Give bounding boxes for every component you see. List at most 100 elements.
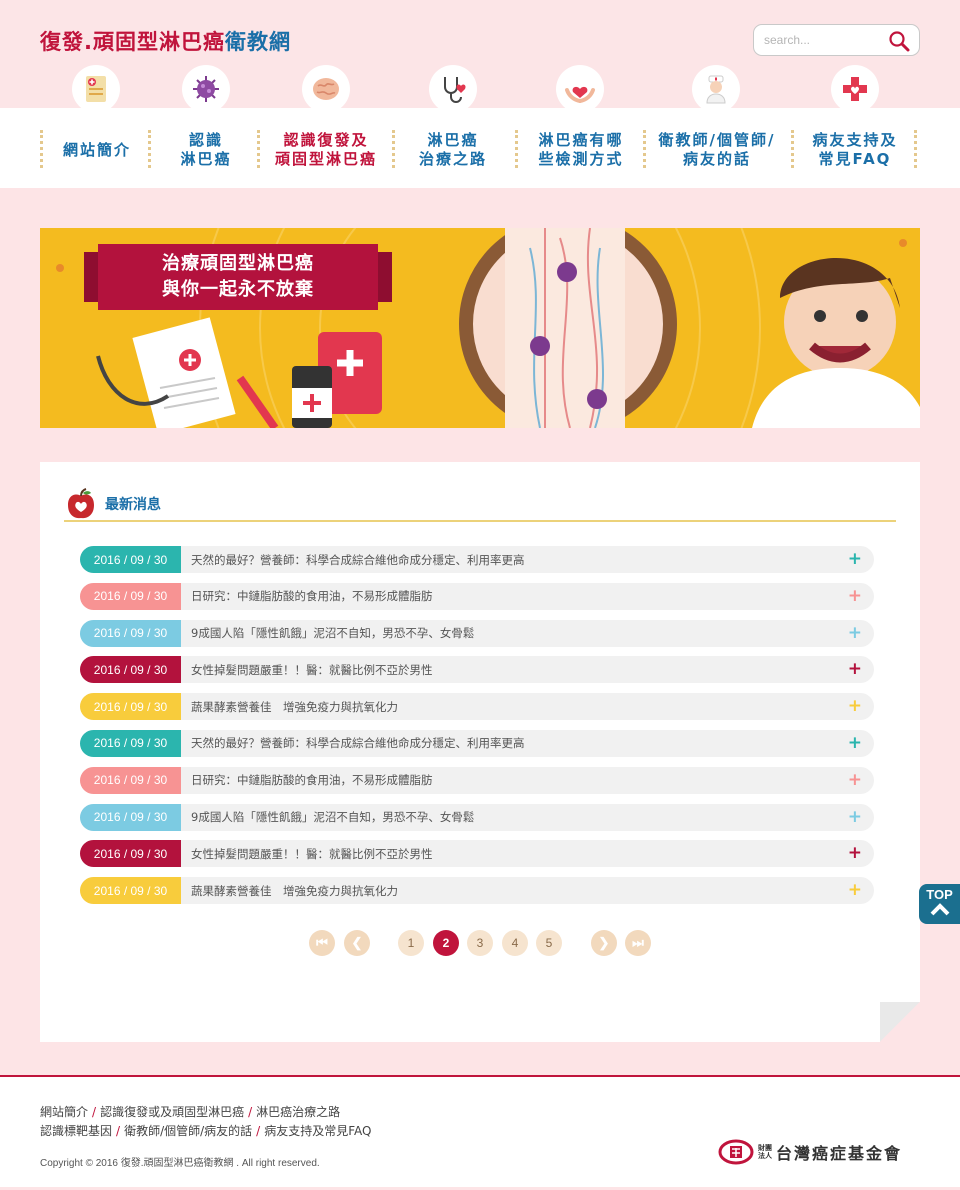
page-button[interactable]: 1 bbox=[398, 930, 424, 956]
plus-icon[interactable]: + bbox=[848, 807, 862, 827]
news-date-badge: 2016 / 09 / 30 bbox=[80, 693, 181, 721]
news-date-badge: 2016 / 09 / 30 bbox=[80, 803, 181, 831]
news-item[interactable]: 2016 / 09 / 30 蔬果酵素營養佳 增強免疫力與抗氧化力 + bbox=[80, 877, 874, 905]
stethoscope-heart-icon[interactable] bbox=[429, 65, 477, 113]
news-headline[interactable]: 女性掉髮問題嚴重！！醫：就醫比例不亞於男性 bbox=[191, 662, 874, 678]
nav-item-educators[interactable]: 衛教師/個管師/ 病友的話 bbox=[648, 130, 786, 170]
next-page-icon[interactable]: ❯ bbox=[591, 930, 617, 956]
nav-divider bbox=[148, 130, 151, 168]
site-title[interactable]: 復發.頑固型淋巴癌衛教網 bbox=[40, 26, 291, 56]
nav-item-refractory[interactable]: 認識復發及 頑固型淋巴癌 bbox=[265, 130, 387, 170]
last-page-icon[interactable]: ⏭ bbox=[625, 930, 651, 956]
hands-heart-icon[interactable] bbox=[556, 65, 604, 113]
news-item[interactable]: 2016 / 09 / 30 蔬果酵素營養佳 增強免疫力與抗氧化力 + bbox=[80, 693, 874, 721]
news-item[interactable]: 2016 / 09 / 30 日研究：中鏈脂肪酸的食用油，不易形成體脂肪 + bbox=[80, 766, 874, 794]
nav-divider bbox=[257, 130, 260, 168]
site-title-main: 復發.頑固型淋巴癌 bbox=[40, 30, 225, 54]
news-headline[interactable]: 女性掉髮問題嚴重！！醫：就醫比例不亞於男性 bbox=[191, 846, 874, 862]
nav-divider bbox=[643, 130, 646, 168]
page-button[interactable]: 5 bbox=[536, 930, 562, 956]
news-date-badge: 2016 / 09 / 30 bbox=[80, 656, 181, 684]
footer-link[interactable]: 病友支持及常見FAQ bbox=[264, 1124, 371, 1138]
footer: 網站簡介 / 認識復發或及頑固型淋巴癌 / 淋巴癌治療之路 認識標靶基因 / 衛教師/個管師… bbox=[0, 1075, 960, 1190]
nurse-icon[interactable] bbox=[692, 65, 740, 113]
medical-cross-icon[interactable] bbox=[831, 65, 879, 113]
nav-item-intro[interactable]: 網站簡介 bbox=[52, 130, 142, 170]
top-label: TOP bbox=[926, 887, 953, 902]
foundation-name: 台灣癌症基金會 bbox=[776, 1144, 903, 1163]
footer-links-row-1: 網站簡介 / 認識復發或及頑固型淋巴癌 / 淋巴癌治療之路 bbox=[40, 1103, 371, 1122]
foundation-small-text: 財團法人 bbox=[758, 1144, 772, 1160]
footer-link[interactable]: 衛教師/個管師/病友的話 bbox=[124, 1124, 252, 1138]
search-icon[interactable] bbox=[887, 29, 911, 53]
plus-icon[interactable]: + bbox=[848, 696, 862, 716]
banner-line-2: 與你一起永不放棄 bbox=[162, 279, 314, 300]
apple-heart-icon bbox=[68, 488, 94, 519]
page-button[interactable]: 4 bbox=[502, 930, 528, 956]
footer-link[interactable]: 認識復發或及頑固型淋巴癌 bbox=[100, 1105, 244, 1119]
footer-link[interactable]: 認識標靶基因 bbox=[40, 1124, 112, 1138]
news-list: 2016 / 09 / 30 天然的最好？營養師：科學合成綜合維他命成分穩定、利用… bbox=[80, 546, 874, 914]
brain-icon[interactable] bbox=[302, 65, 350, 113]
virus-icon[interactable] bbox=[182, 65, 230, 113]
plus-icon[interactable]: + bbox=[848, 880, 862, 900]
footer-separator: / bbox=[256, 1124, 261, 1138]
banner-line-1: 治療頑固型淋巴癌 bbox=[162, 253, 314, 274]
nav-divider bbox=[392, 130, 395, 168]
footer-separator: / bbox=[92, 1105, 97, 1119]
nav-item-testing[interactable]: 淋巴癌有哪 些檢測方式 bbox=[522, 130, 640, 170]
page-button-current[interactable]: 2 bbox=[433, 930, 459, 956]
news-headline[interactable]: 天然的最好？營養師：科學合成綜合維他命成分穩定、利用率更高 bbox=[191, 552, 874, 568]
news-item[interactable]: 2016 / 09 / 30 天然的最好？營養師：科學合成綜合維他命成分穩定、利用… bbox=[80, 546, 874, 573]
hero-banner: 治療頑固型淋巴癌 與你一起永不放棄 bbox=[40, 228, 920, 428]
news-item[interactable]: 2016 / 09 / 30 女性掉髮問題嚴重！！醫：就醫比例不亞於男性 + bbox=[80, 840, 874, 868]
news-headline[interactable]: 9成國人陷「隱性飢餓」泥沼不自知，男恐不孕、女骨鬆 bbox=[191, 625, 874, 641]
plus-icon[interactable]: + bbox=[848, 659, 862, 679]
foundation-logo[interactable]: 財團法人 台灣癌症基金會 bbox=[718, 1139, 902, 1165]
banner-ribbon: 治療頑固型淋巴癌 與你一起永不放棄 bbox=[98, 244, 378, 310]
news-headline[interactable]: 日研究：中鏈脂肪酸的食用油，不易形成體脂肪 bbox=[191, 772, 874, 788]
plus-icon[interactable]: + bbox=[848, 623, 862, 643]
news-item[interactable]: 2016 / 09 / 30 9成國人陷「隱性飢餓」泥沼不自知，男恐不孕、女骨鬆 + bbox=[80, 619, 874, 647]
nav-divider bbox=[914, 130, 917, 168]
news-card: 最新消息 2016 / 09 / 30 天然的最好？營養師：科學合成綜合維他命成分… bbox=[40, 462, 920, 1042]
plus-icon[interactable]: + bbox=[848, 770, 862, 790]
footer-links: 網站簡介 / 認識復發或及頑固型淋巴癌 / 淋巴癌治療之路 認識標靶基因 / 衛教師/個管師… bbox=[40, 1103, 371, 1141]
plus-icon[interactable]: + bbox=[848, 549, 862, 569]
news-title: 最新消息 bbox=[105, 497, 161, 513]
news-headline[interactable]: 蔬果酵素營養佳 增強免疫力與抗氧化力 bbox=[191, 699, 874, 715]
prev-page-icon[interactable]: ❮ bbox=[344, 930, 370, 956]
news-headline[interactable]: 9成國人陷「隱性飢餓」泥沼不自知，男恐不孕、女骨鬆 bbox=[191, 809, 874, 825]
footer-separator: / bbox=[116, 1124, 121, 1138]
plus-icon[interactable]: + bbox=[848, 843, 862, 863]
footer-separator: / bbox=[248, 1105, 253, 1119]
news-date-badge: 2016 / 09 / 30 bbox=[80, 766, 181, 794]
copyright: Copyright © 2016 復發.頑固型淋巴癌衛教網 . All righ… bbox=[40, 1158, 320, 1169]
plus-icon[interactable]: + bbox=[848, 586, 862, 606]
back-to-top-button[interactable]: TOP bbox=[919, 884, 960, 924]
nav-item-treatment[interactable]: 淋巴癌 治療之路 bbox=[402, 130, 504, 170]
nav-item-lymphoma[interactable]: 認識 淋巴癌 bbox=[160, 130, 252, 170]
page-button[interactable]: 3 bbox=[467, 930, 493, 956]
news-item[interactable]: 2016 / 09 / 30 天然的最好？營養師：科學合成綜合維他命成分穩定、利用… bbox=[80, 729, 874, 757]
chevron-up-icon bbox=[930, 903, 949, 916]
news-item[interactable]: 2016 / 09 / 30 女性掉髮問題嚴重！！醫：就醫比例不亞於男性 + bbox=[80, 656, 874, 684]
news-item[interactable]: 2016 / 09 / 30 日研究：中鏈脂肪酸的食用油，不易形成體脂肪 + bbox=[80, 582, 874, 610]
news-date-badge: 2016 / 09 / 30 bbox=[80, 546, 181, 573]
news-item[interactable]: 2016 / 09 / 30 9成國人陷「隱性飢餓」泥沼不自知，男恐不孕、女骨鬆 + bbox=[80, 803, 874, 831]
nav-item-faq[interactable]: 病友支持及 常見FAQ bbox=[798, 130, 912, 170]
news-headline[interactable]: 日研究：中鏈脂肪酸的食用油，不易形成體脂肪 bbox=[191, 588, 874, 604]
search-input[interactable] bbox=[764, 31, 884, 49]
news-date-badge: 2016 / 09 / 30 bbox=[80, 729, 181, 757]
nav-divider bbox=[40, 130, 43, 168]
news-date-badge: 2016 / 09 / 30 bbox=[80, 877, 181, 905]
search-box bbox=[753, 24, 920, 56]
plus-icon[interactable]: + bbox=[848, 733, 862, 753]
document-icon[interactable] bbox=[72, 65, 120, 113]
news-headline[interactable]: 天然的最好？營養師：科學合成綜合維他命成分穩定、利用率更高 bbox=[191, 735, 874, 751]
first-page-icon[interactable]: ⏮ bbox=[309, 930, 335, 956]
news-date-badge: 2016 / 09 / 30 bbox=[80, 582, 181, 610]
footer-link[interactable]: 淋巴癌治療之路 bbox=[256, 1105, 340, 1119]
news-headline[interactable]: 蔬果酵素營養佳 增強免疫力與抗氧化力 bbox=[191, 883, 874, 899]
footer-link[interactable]: 網站簡介 bbox=[40, 1105, 88, 1119]
